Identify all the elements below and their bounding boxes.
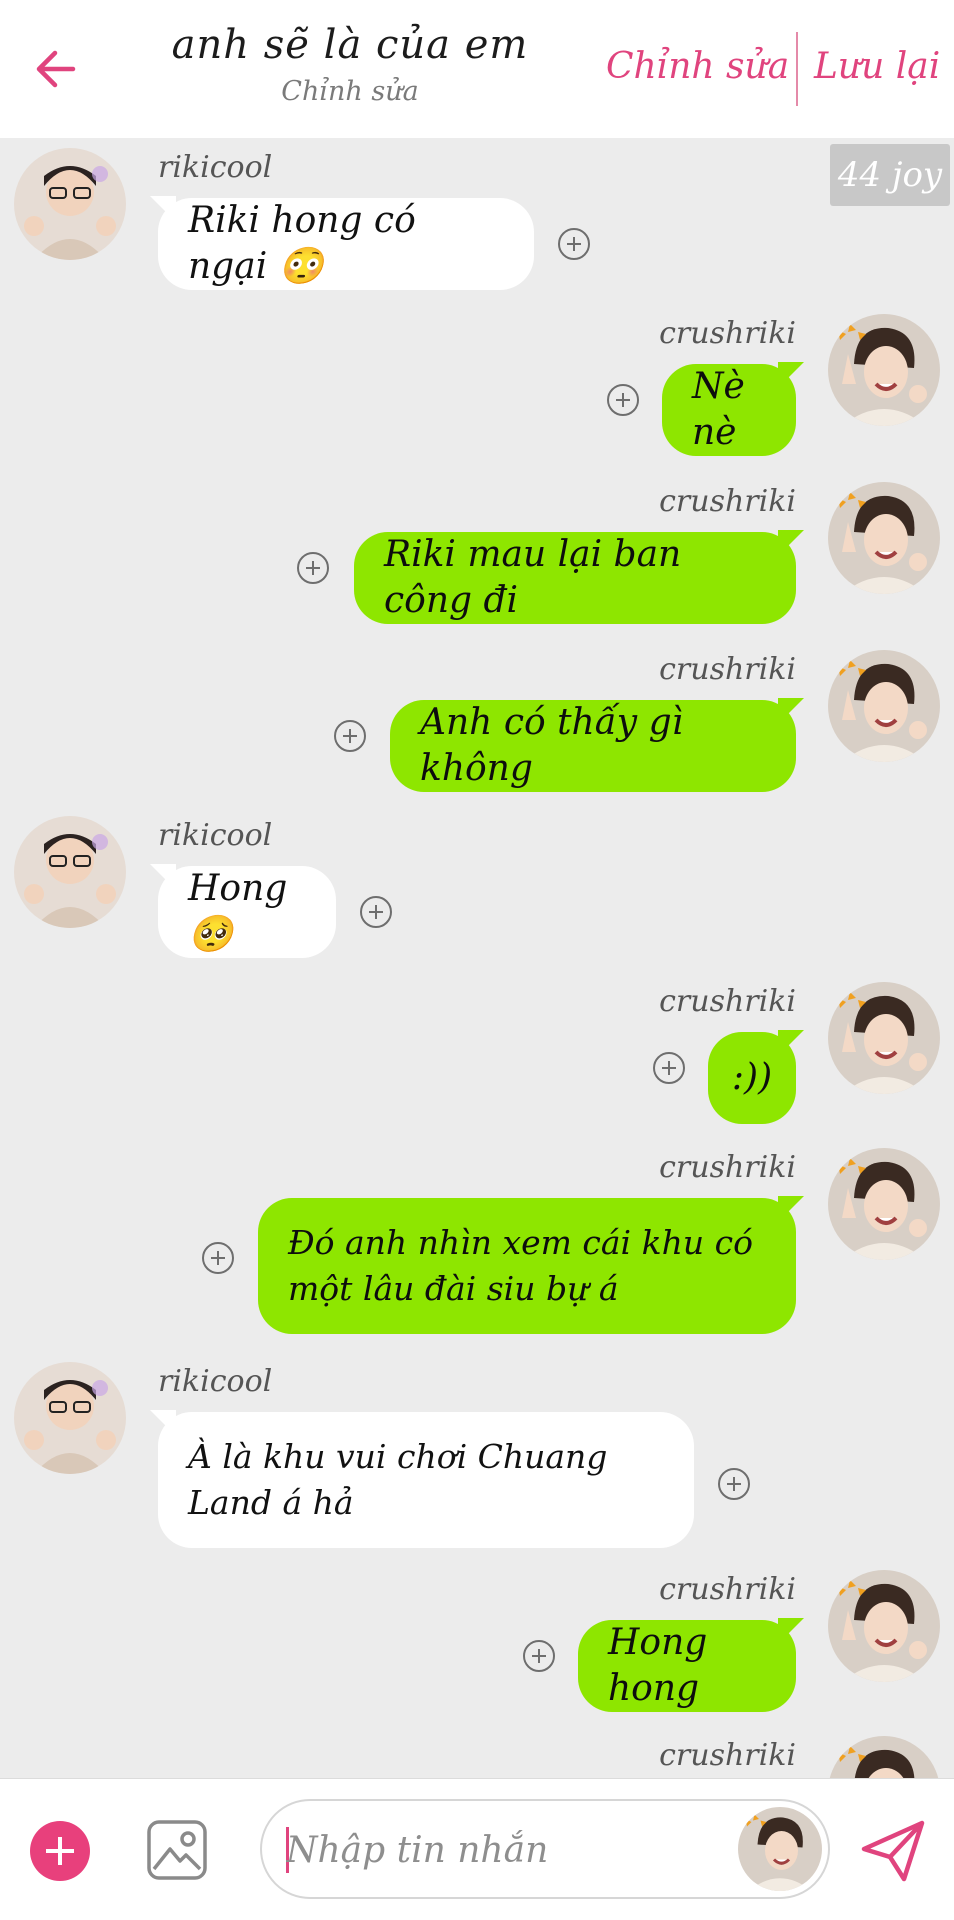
avatar-rikicool[interactable] [14, 1362, 126, 1474]
username: rikicool [158, 818, 273, 853]
username: crushriki [659, 316, 796, 351]
chat-area[interactable]: 44 joy rikicool Riki hong có ngại 😳 crus… [0, 138, 954, 1778]
add-reaction-button[interactable] [523, 1640, 555, 1672]
add-reaction-button[interactable] [718, 1468, 750, 1500]
add-reaction-button[interactable] [607, 384, 639, 416]
image-icon [147, 1820, 207, 1880]
avatar-rikicool[interactable] [14, 816, 126, 928]
back-button[interactable] [28, 42, 82, 96]
message-bubble[interactable]: Hong 🥺 [150, 864, 336, 958]
header-divider [796, 32, 798, 106]
avatar-crushriki[interactable] [828, 1148, 940, 1260]
avatar-crushriki[interactable] [828, 482, 940, 594]
avatar-crushriki[interactable] [828, 1570, 940, 1682]
add-reaction-button[interactable] [558, 228, 590, 260]
message-bubble[interactable]: Anh có thấy gì không [390, 698, 804, 792]
message-text: Riki hong có ngại 😳 [188, 200, 416, 287]
image-button[interactable] [146, 1819, 208, 1881]
avatar-crushriki[interactable] [828, 1736, 940, 1778]
add-reaction-button[interactable] [202, 1242, 234, 1274]
username: crushriki [659, 1150, 796, 1185]
save-button[interactable]: Lưu lại [814, 46, 940, 87]
username: crushriki [659, 1738, 796, 1773]
message-bubble[interactable]: Hong hong [578, 1618, 804, 1712]
message-text: :)) [731, 1057, 773, 1098]
page-title: anh sẽ là của em [171, 22, 529, 68]
message-bubble[interactable]: Nè nè [662, 362, 804, 456]
sender-avatar[interactable] [738, 1807, 822, 1891]
avatar-rikicool[interactable] [14, 148, 126, 260]
username: rikicool [158, 150, 273, 185]
composer-bar [0, 1778, 954, 1920]
message-text: Đó anh nhìn xem cái khu có một lâu đài s… [288, 1223, 753, 1308]
username: crushriki [659, 484, 796, 519]
add-reaction-button[interactable] [653, 1052, 685, 1084]
username: crushriki [659, 1572, 796, 1607]
message-bubble[interactable]: Riki mau lại ban công đi [354, 530, 804, 624]
message-text: Hong 🥺 [188, 868, 288, 955]
chat-header: anh sẽ là của em Chỉnh sửa Chỉnh sửa Lưu… [0, 0, 954, 138]
avatar-crushriki[interactable] [828, 982, 940, 1094]
title-block: anh sẽ là của em Chỉnh sửa [140, 22, 560, 107]
message-text: Nè nè [692, 366, 745, 453]
message-text: Hong hong [608, 1622, 708, 1709]
message-input-box[interactable] [260, 1799, 830, 1899]
message-bubble[interactable]: À là khu vui chơi Chuang Land á hả [150, 1410, 694, 1548]
avatar-crushriki[interactable] [828, 314, 940, 426]
message-bubble[interactable]: :)) [708, 1030, 804, 1124]
edit-button[interactable]: Chỉnh sửa [606, 46, 789, 87]
username: crushriki [659, 984, 796, 1019]
message-bubble[interactable]: Riki hong có ngại 😳 [150, 196, 534, 290]
arrow-left-icon [36, 50, 76, 88]
send-button[interactable] [860, 1819, 926, 1883]
avatar-crushriki[interactable] [828, 650, 940, 762]
plus-icon[interactable] [30, 1821, 90, 1881]
page-subtitle: Chỉnh sửa [281, 76, 419, 107]
message-input[interactable] [286, 1823, 726, 1877]
add-reaction-button[interactable] [334, 720, 366, 752]
add-reaction-button[interactable] [360, 896, 392, 928]
message-text: Anh có thấy gì không [420, 702, 684, 789]
add-reaction-button[interactable] [297, 552, 329, 584]
message-text: À là khu vui chơi Chuang Land á hả [188, 1437, 608, 1522]
message-text: Riki mau lại ban công đi [384, 534, 682, 621]
username: rikicool [158, 1364, 273, 1399]
send-icon [861, 1820, 925, 1882]
username: crushriki [659, 652, 796, 687]
joy-badge: 44 joy [830, 144, 950, 206]
message-bubble[interactable]: Đó anh nhìn xem cái khu có một lâu đài s… [258, 1196, 804, 1334]
